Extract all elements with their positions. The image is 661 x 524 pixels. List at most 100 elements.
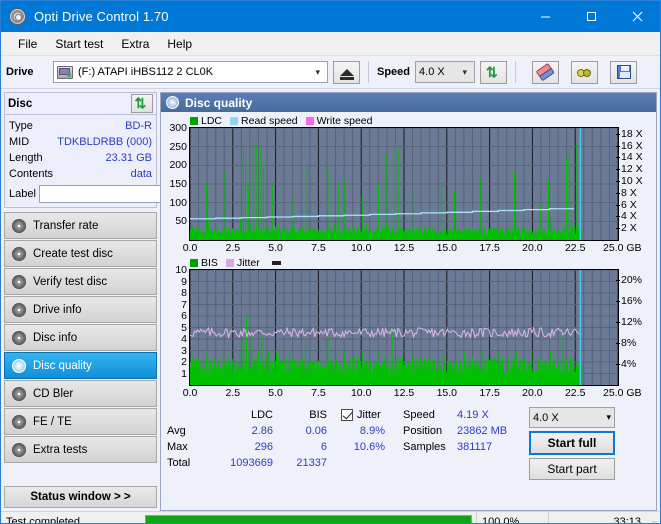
- glasses-icon: [576, 65, 593, 79]
- menu-item-help[interactable]: Help: [158, 34, 201, 54]
- jitter-avg-row: 8.9%: [341, 423, 385, 439]
- x-tick-label: 15.0: [436, 242, 458, 254]
- app-window: Opti Drive Control 1.70 File Start test …: [0, 0, 661, 524]
- disc-row-type-value: BD-R: [125, 120, 152, 132]
- legend-swatch-icon: [190, 258, 198, 267]
- resize-grip-icon[interactable]: [646, 512, 660, 524]
- stats-cell-bis: 0.06: [305, 425, 327, 437]
- sidebar-item-label: Disc quality: [33, 359, 92, 372]
- disc-row-contents: Contents data: [9, 166, 152, 182]
- y2-tick-label: 10 X: [621, 175, 643, 188]
- disc-row-type-key: Type: [9, 120, 33, 132]
- y2-tick-label: 18 X: [621, 127, 643, 140]
- window-controls: [522, 1, 660, 32]
- sidebar-item-disc-info[interactable]: Disc info: [4, 324, 157, 351]
- save-icon: [616, 65, 631, 79]
- refresh-icon: ⇅: [486, 63, 498, 80]
- run-stat-speed: Speed 4.19 X: [403, 407, 519, 423]
- menu-bar: File Start test Extra Help: [1, 32, 660, 56]
- refresh-icon: ⇅: [134, 95, 147, 111]
- sidebar-item-cd-bler[interactable]: CD Bler: [4, 380, 157, 407]
- x-tick-label: 2.5: [225, 242, 241, 254]
- x-tick-label: 7.5: [311, 387, 326, 399]
- erase-button[interactable]: [532, 60, 560, 84]
- x-tick-label: 15.0: [436, 387, 458, 399]
- jitter-avg-value: 8.9%: [359, 425, 385, 437]
- stats-cell-bis: 21337: [296, 457, 327, 469]
- jitter-max-row: 10.6%: [341, 439, 385, 455]
- sidebar-item-transfer-rate[interactable]: Transfer rate: [4, 212, 157, 239]
- bis-y-axis: 1 2 3 4 5 6 7 8 9 10: [164, 264, 192, 386]
- test-speed-value: 4.0 X: [533, 411, 559, 424]
- x-tick-label: 7.5: [311, 242, 326, 254]
- sidebar-item-drive-info[interactable]: Drive info: [4, 296, 157, 323]
- sidebar-item-label: FE / TE: [33, 415, 72, 428]
- disc-refresh-button[interactable]: ⇅: [131, 94, 153, 113]
- stats-header-ldc: LDC: [250, 409, 273, 421]
- minimize-icon[interactable]: [522, 1, 568, 32]
- y-tick-label: 1: [181, 367, 187, 380]
- drive-select-value: (F:) ATAPI iHBS112 2 CL0K: [78, 66, 214, 78]
- drive-icon: [57, 65, 73, 79]
- disc-icon: [12, 218, 26, 233]
- sidebar-item-extra-tests[interactable]: Extra tests: [4, 436, 157, 463]
- y-tick-label: 6: [181, 310, 187, 322]
- speed-select[interactable]: 4.0 X ▾: [415, 61, 476, 83]
- disc-row-mid-value: TDKBLDRBB (000): [57, 136, 152, 148]
- disc-row-length-key: Length: [9, 152, 43, 164]
- jitter-checkbox[interactable]: [341, 409, 353, 421]
- run-stat-label: Speed: [403, 409, 435, 421]
- chevron-down-icon: ▾: [315, 66, 320, 77]
- drive-select[interactable]: (F:) ATAPI iHBS112 2 CL0K ▾: [53, 61, 328, 83]
- chevron-down-icon: ▾: [606, 412, 611, 422]
- ldc-y-axis: 50 100 150 200 250 300: [164, 122, 192, 241]
- sidebar-item-create-test-disc[interactable]: Create test disc: [4, 240, 157, 267]
- menu-item-file[interactable]: File: [9, 34, 46, 54]
- status-window-button[interactable]: Status window > >: [4, 486, 157, 508]
- start-part-button[interactable]: Start part: [529, 458, 615, 480]
- close-icon[interactable]: [614, 1, 660, 32]
- start-full-button[interactable]: Start full: [529, 431, 615, 455]
- legend-swatch-icon: [230, 116, 239, 125]
- sidebar-item-label: Extra tests: [33, 443, 88, 456]
- legend-label: LDC: [201, 114, 223, 127]
- x-tick-label: 2.5: [225, 387, 241, 399]
- y2-tick-label: 12 X: [621, 163, 643, 176]
- progress-container: [141, 512, 476, 523]
- y-tick-label: 250: [169, 140, 187, 153]
- save-button[interactable]: [610, 60, 638, 84]
- run-stats: Speed 4.19 X Position 23862 MB Samples 3…: [403, 407, 519, 480]
- toolbar-divider-2: [515, 61, 517, 83]
- eject-icon: [339, 68, 354, 80]
- action-controls: 4.0 X ▾ Start full Start part: [529, 407, 615, 480]
- y-tick-label: 9: [181, 275, 187, 288]
- settings-button[interactable]: [571, 60, 599, 84]
- disc-icon: [12, 358, 26, 373]
- eject-button[interactable]: [333, 60, 360, 84]
- bis-plot-row: 1 2 3 4 5 6 7 8 9 10 4% 8% 12% 16% 20%: [164, 264, 653, 386]
- sidebar-item-label: Disc info: [33, 331, 78, 344]
- page-title: Disc quality: [185, 95, 253, 110]
- sidebar-item-label: CD Bler: [33, 387, 74, 400]
- refresh-button[interactable]: ⇅: [480, 60, 508, 84]
- y2-tick-label: 2 X: [621, 222, 637, 235]
- y-tick-label: 10: [175, 264, 187, 276]
- panel-header: Disc quality: [161, 93, 656, 112]
- disc-row-type: Type BD-R: [9, 118, 152, 134]
- disc-icon: [12, 414, 26, 429]
- jitter-stats: Jitter 8.9% 10.6%: [341, 407, 385, 480]
- menu-item-extra[interactable]: Extra: [112, 34, 158, 54]
- test-speed-select[interactable]: 4.0 X ▾: [529, 407, 615, 428]
- sidebar-item-fe-te[interactable]: FE / TE: [4, 408, 157, 435]
- speed-label: Speed: [377, 66, 411, 78]
- sidebar-item-disc-quality[interactable]: Disc quality: [4, 352, 157, 379]
- bis-plot-area: [189, 269, 619, 386]
- menu-item-start-test[interactable]: Start test: [46, 34, 112, 54]
- legend-label: Jitter: [236, 256, 260, 269]
- status-message: Test completed: [6, 515, 80, 524]
- sidebar-item-verify-test-disc[interactable]: Verify test disc: [4, 268, 157, 295]
- jitter-checkbox-row[interactable]: Jitter: [341, 407, 385, 423]
- sidebar-nav: Transfer rate Create test disc Verify te…: [4, 212, 157, 463]
- y2-tick-label: 6 X: [621, 198, 637, 211]
- maximize-icon[interactable]: [568, 1, 614, 32]
